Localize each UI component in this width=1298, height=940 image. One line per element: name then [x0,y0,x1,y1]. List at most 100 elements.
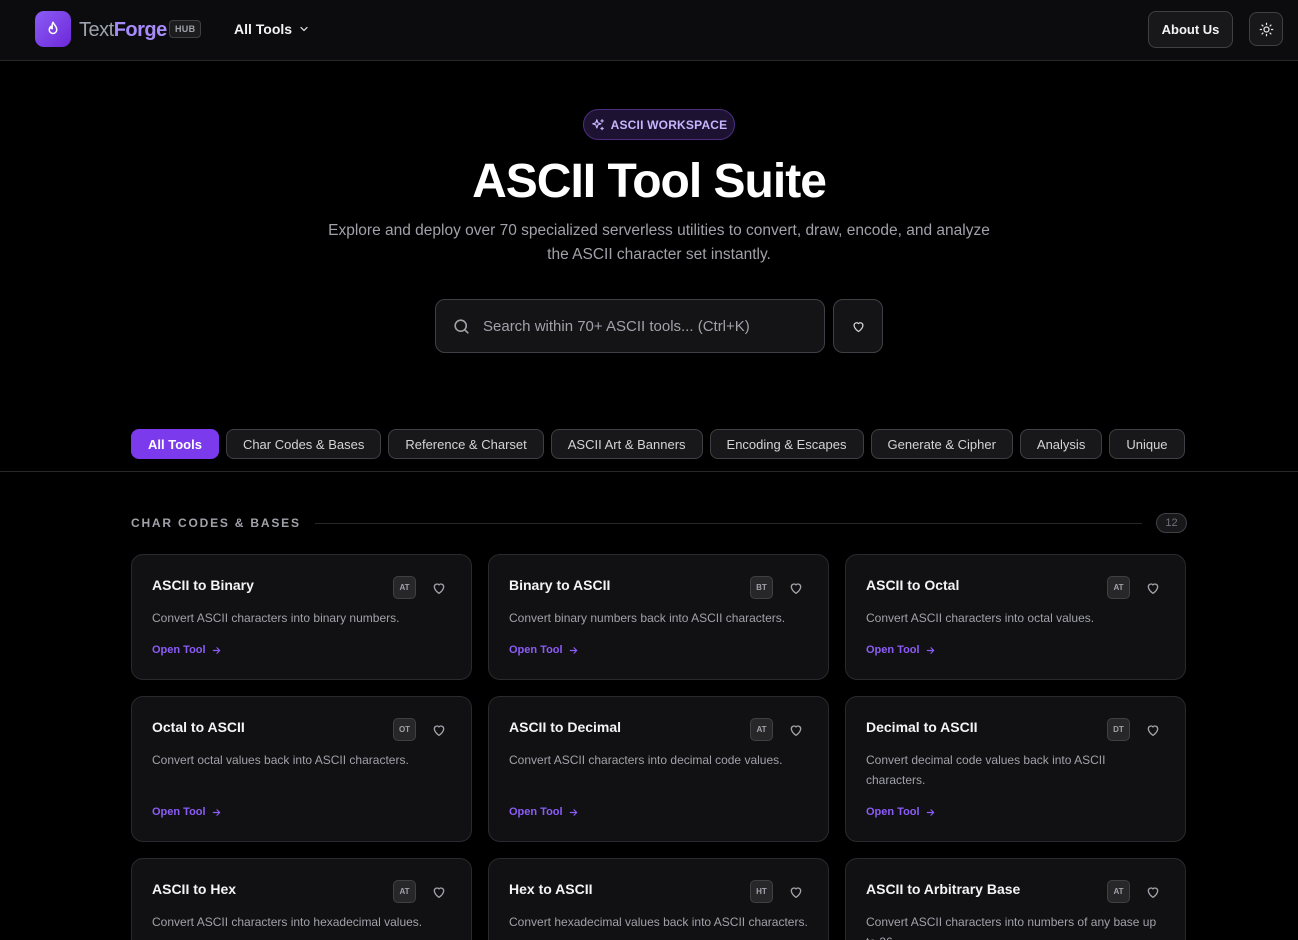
tool-card-octal-to-ascii[interactable]: Octal to ASCII OT Convert octal values b… [131,696,472,842]
logo-text-bold: Forge [113,19,168,41]
tab-encoding-escapes[interactable]: Encoding & Escapes [709,429,864,459]
open-tool-label: Open Tool [866,806,920,818]
tab-analysis[interactable]: Analysis [1019,429,1103,459]
card-description: Convert ASCII characters into decimal co… [509,753,783,767]
category-tabs: All Tools Char Codes & Bases Reference &… [131,429,1185,459]
open-tool-link[interactable]: Open Tool [152,806,222,818]
tabs-divider [0,471,1298,472]
tab-char-codes-bases[interactable]: Char Codes & Bases [225,429,382,459]
open-tool-link[interactable]: Open Tool [509,644,579,656]
sparkles-icon [591,118,604,130]
search-input[interactable] [483,317,803,335]
card-title: Decimal to ASCII [866,719,978,735]
heart-icon[interactable] [1145,722,1161,738]
tool-card-hex-to-ascii[interactable]: Hex to ASCII HT Convert hexadecimal valu… [488,858,829,940]
tab-reference-charset[interactable]: Reference & Charset [388,429,544,459]
arrow-right-icon [926,646,934,654]
open-tool-link[interactable]: Open Tool [509,806,579,818]
heart-icon[interactable] [788,722,804,738]
top-navbar: TextForge HUB All Tools About Us [0,0,1298,61]
tool-card-ascii-to-binary[interactable]: ASCII to Binary AT Convert ASCII charact… [131,554,472,680]
arrow-right-icon [212,808,220,816]
card-title: ASCII to Arbitrary Base [866,881,1021,897]
card-badge: AT [750,718,773,741]
card-badge: AT [393,880,416,903]
card-description: Convert ASCII characters into numbers of… [866,915,1157,940]
card-title: Octal to ASCII [152,719,245,735]
chevron-down-icon [300,26,308,32]
page-title: ASCII Tool Suite [472,155,827,208]
tool-card-ascii-to-decimal[interactable]: ASCII to Decimal AT Convert ASCII charac… [488,696,829,842]
card-description: Convert ASCII characters into binary num… [152,611,400,625]
heart-icon[interactable] [431,884,447,900]
tab-all-tools[interactable]: All Tools [131,429,219,459]
search-icon [454,318,469,334]
open-tool-label: Open Tool [152,644,206,656]
heart-icon [853,321,863,332]
section-header: CHAR CODES & BASES 12 [131,513,1187,533]
tab-generate-cipher[interactable]: Generate & Cipher [870,429,1013,459]
card-description: Convert ASCII characters into octal valu… [866,611,1095,625]
heart-icon[interactable] [431,580,447,596]
heart-icon[interactable] [431,722,447,738]
card-title: ASCII to Octal [866,577,960,593]
all-tools-label: All Tools [234,21,293,37]
card-badge: DT [1107,718,1130,741]
all-tools-dropdown[interactable]: All Tools [234,20,310,38]
card-title: ASCII to Hex [152,881,237,897]
card-description: Convert decimal code values back into AS… [866,753,1106,787]
sun-icon [1259,22,1273,36]
open-tool-link[interactable]: Open Tool [152,644,222,656]
section-divider [314,522,1142,524]
search-bar[interactable] [435,299,825,353]
arrow-right-icon [926,808,934,816]
card-description: Convert binary numbers back into ASCII c… [509,611,786,625]
logo[interactable] [35,11,71,47]
arrow-right-icon [212,646,220,654]
open-tool-link[interactable]: Open Tool [866,644,936,656]
arrow-right-icon [569,646,577,654]
card-badge: HT [750,880,773,903]
favorites-button[interactable] [833,299,883,353]
section-count-badge: 12 [1156,513,1187,533]
tool-card-ascii-to-octal[interactable]: ASCII to Octal AT Convert ASCII characte… [845,554,1186,680]
heart-icon[interactable] [788,884,804,900]
open-tool-label: Open Tool [866,644,920,656]
logo-text-light: Text [79,19,114,41]
card-title: Hex to ASCII [509,881,593,897]
workspace-badge: ASCII WORKSPACE [583,109,735,140]
flame-icon [48,21,58,35]
card-description: Convert octal values back into ASCII cha… [152,753,409,767]
open-tool-label: Open Tool [509,806,563,818]
card-title: ASCII to Binary [152,577,254,593]
card-badge: AT [1107,576,1130,599]
about-us-button[interactable]: About Us [1148,11,1233,48]
tab-unique[interactable]: Unique [1109,429,1185,459]
arrow-right-icon [569,808,577,816]
heart-icon[interactable] [1145,580,1161,596]
tool-card-binary-to-ascii[interactable]: Binary to ASCII BT Convert binary number… [488,554,829,680]
card-description: Convert hexadecimal values back into ASC… [509,915,808,929]
tool-card-ascii-to-arbitrary-base[interactable]: ASCII to Arbitrary Base AT Convert ASCII… [845,858,1186,940]
tool-card-decimal-to-ascii[interactable]: Decimal to ASCII DT Convert decimal code… [845,696,1186,842]
card-description: Convert ASCII characters into hexadecima… [152,915,423,929]
card-badge: OT [393,718,416,741]
hub-badge: HUB [169,20,202,38]
section-title: CHAR CODES & BASES [131,516,301,530]
card-badge: AT [393,576,416,599]
heart-icon[interactable] [1145,884,1161,900]
logo-text[interactable]: TextForge [79,18,167,42]
card-title: ASCII to Decimal [509,719,622,735]
card-title: Binary to ASCII [509,577,611,593]
open-tool-label: Open Tool [509,644,563,656]
page-subtitle: Explore and deploy over 70 specialized s… [328,222,990,263]
open-tool-link[interactable]: Open Tool [866,806,936,818]
card-badge: BT [750,576,773,599]
card-badge: AT [1107,880,1130,903]
theme-toggle-button[interactable] [1249,12,1283,46]
open-tool-label: Open Tool [152,806,206,818]
tool-card-ascii-to-hex[interactable]: ASCII to Hex AT Convert ASCII characters… [131,858,472,940]
heart-icon[interactable] [788,580,804,596]
workspace-badge-label: ASCII WORKSPACE [610,117,728,132]
tab-ascii-art-banners[interactable]: ASCII Art & Banners [550,429,703,459]
